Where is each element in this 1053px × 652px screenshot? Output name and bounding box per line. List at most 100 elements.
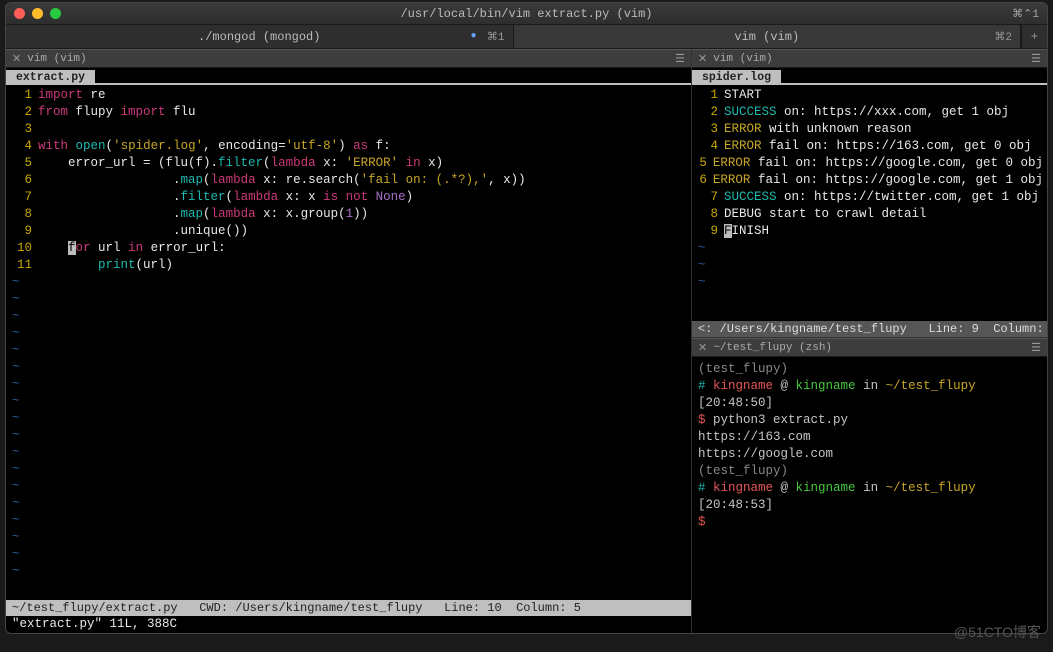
code-text: DEBUG start to crawl detail — [724, 206, 1043, 223]
empty-line: ~ — [10, 478, 687, 495]
status-line: ~/test_flupy/extract.py CWD: /Users/king… — [6, 600, 691, 616]
tilde-icon: ~ — [10, 461, 20, 478]
line-number: 8 — [10, 206, 38, 223]
code-line: 5 error_url = (flu(f).filter(lambda x: '… — [10, 155, 687, 172]
code-line: 1START — [696, 87, 1043, 104]
terminal[interactable]: (test_flupy)# kingname @ kingname in ~/t… — [692, 357, 1047, 633]
tilde-icon: ~ — [10, 410, 20, 427]
close-icon[interactable]: ✕ — [698, 52, 707, 66]
tilde-icon: ~ — [10, 376, 20, 393]
right-pane: ✕ vim (vim) ☰ spider.log 1START2SUCCESS … — [692, 49, 1047, 633]
code-line: 7 .filter(lambda x: x is not None) — [10, 189, 687, 206]
pane-header-left[interactable]: ✕ vim (vim) ☰ — [6, 49, 691, 68]
tilde-icon: ~ — [10, 427, 20, 444]
empty-line: ~ — [10, 461, 687, 478]
empty-line: ~ — [696, 274, 1043, 291]
app-window: /usr/local/bin/vim extract.py (vim) ⌘⌃1 … — [5, 2, 1048, 634]
term-line: $ python3 extract.py — [698, 412, 1041, 429]
pane-title: vim (vim) — [27, 53, 86, 65]
code-line: 3ERROR with unknown reason — [696, 121, 1043, 138]
line-number: 4 — [696, 138, 724, 155]
empty-line: ~ — [696, 240, 1043, 257]
menu-icon[interactable]: ☰ — [675, 52, 685, 66]
buffer-tab[interactable]: spider.log — [692, 70, 781, 85]
code-editor[interactable]: 1import re2from flupy import flu34with o… — [6, 85, 691, 600]
line-number: 11 — [10, 257, 38, 274]
empty-line: ~ — [10, 376, 687, 393]
term-line: https://google.com — [698, 446, 1041, 463]
tab-label: vim (vim) — [734, 30, 799, 44]
code-line: 4with open('spider.log', encoding='utf-8… — [10, 138, 687, 155]
tab-shortcut: ⌘1 — [487, 30, 505, 44]
tilde-icon: ~ — [10, 563, 20, 580]
empty-line: ~ — [10, 546, 687, 563]
new-tab-button[interactable]: + — [1021, 25, 1047, 48]
watermark: @51CTO博客 — [954, 622, 1041, 642]
empty-line: ~ — [10, 512, 687, 529]
code-text: for url in error_url: — [38, 240, 687, 257]
line-number: 5 — [10, 155, 38, 172]
menu-icon[interactable]: ☰ — [1031, 52, 1041, 66]
code-line: 6ERROR fail on: https://google.com, get … — [696, 172, 1043, 189]
line-number: 9 — [10, 223, 38, 240]
empty-line: ~ — [10, 325, 687, 342]
tab-label: ./mongod (mongod) — [198, 30, 320, 44]
tilde-icon: ~ — [10, 291, 20, 308]
pane-header-right-top[interactable]: ✕ vim (vim) ☰ — [692, 49, 1047, 68]
line-number: 8 — [696, 206, 724, 223]
line-number: 2 — [696, 104, 724, 121]
command-line[interactable]: "extract.py" 11L, 388C — [6, 616, 691, 633]
code-text: error_url = (flu(f).filter(lambda x: 'ER… — [38, 155, 687, 172]
code-text: with open('spider.log', encoding='utf-8'… — [38, 138, 687, 155]
right-top-pane: ✕ vim (vim) ☰ spider.log 1START2SUCCESS … — [692, 49, 1047, 338]
tab-mongod[interactable]: ./mongod (mongod) ● ⌘1 — [6, 25, 514, 48]
log-viewer[interactable]: 1START2SUCCESS on: https://xxx.com, get … — [692, 85, 1047, 321]
code-text: ERROR with unknown reason — [724, 121, 1043, 138]
term-line: (test_flupy) — [698, 361, 1041, 378]
empty-line: ~ — [696, 257, 1043, 274]
tilde-icon: ~ — [10, 512, 20, 529]
tilde-icon: ~ — [696, 274, 706, 291]
line-number: 5 — [696, 155, 713, 172]
empty-line: ~ — [10, 274, 687, 291]
pane-title: ~/test_flupy (zsh) — [713, 342, 832, 354]
line-number: 3 — [696, 121, 724, 138]
buffer-tab[interactable]: extract.py — [6, 70, 95, 85]
window-title: /usr/local/bin/vim extract.py (vim) — [6, 7, 1047, 21]
tilde-icon: ~ — [10, 529, 20, 546]
empty-line: ~ — [10, 342, 687, 359]
titlebar[interactable]: /usr/local/bin/vim extract.py (vim) ⌘⌃1 — [6, 3, 1047, 25]
code-text: START — [724, 87, 1043, 104]
empty-line: ~ — [10, 393, 687, 410]
menu-icon[interactable]: ☰ — [1031, 341, 1041, 355]
tab-vim[interactable]: vim (vim) ⌘2 — [514, 25, 1022, 48]
pane-header-right-bottom[interactable]: ✕ ~/test_flupy (zsh) ☰ — [692, 338, 1047, 357]
tab-bar: ./mongod (mongod) ● ⌘1 vim (vim) ⌘2 + — [6, 25, 1047, 49]
tilde-icon: ~ — [10, 308, 20, 325]
close-icon[interactable]: ✕ — [12, 52, 21, 66]
code-line: 9FINISH — [696, 223, 1043, 240]
line-number: 4 — [10, 138, 38, 155]
filename-bar: spider.log — [692, 68, 1047, 85]
code-text: ERROR fail on: https://google.com, get 0… — [713, 155, 1043, 172]
code-line: 8DEBUG start to crawl detail — [696, 206, 1043, 223]
tilde-icon: ~ — [10, 359, 20, 376]
term-line: $ — [698, 514, 1041, 531]
line-number: 9 — [696, 223, 724, 240]
line-number: 7 — [10, 189, 38, 206]
close-icon[interactable]: ✕ — [698, 341, 707, 355]
code-line: 6 .map(lambda x: re.search('fail on: (.*… — [10, 172, 687, 189]
code-line: 8 .map(lambda x: x.group(1)) — [10, 206, 687, 223]
empty-line: ~ — [10, 563, 687, 580]
tilde-icon: ~ — [696, 240, 706, 257]
code-line: 1import re — [10, 87, 687, 104]
tilde-icon: ~ — [696, 257, 706, 274]
code-line: 11 print(url) — [10, 257, 687, 274]
line-number: 1 — [696, 87, 724, 104]
code-text: SUCCESS on: https://twitter.com, get 1 o… — [724, 189, 1043, 206]
code-line: 2from flupy import flu — [10, 104, 687, 121]
code-text: .unique()) — [38, 223, 687, 240]
code-line: 10 for url in error_url: — [10, 240, 687, 257]
term-line: https://163.com — [698, 429, 1041, 446]
code-text: .filter(lambda x: x is not None) — [38, 189, 687, 206]
